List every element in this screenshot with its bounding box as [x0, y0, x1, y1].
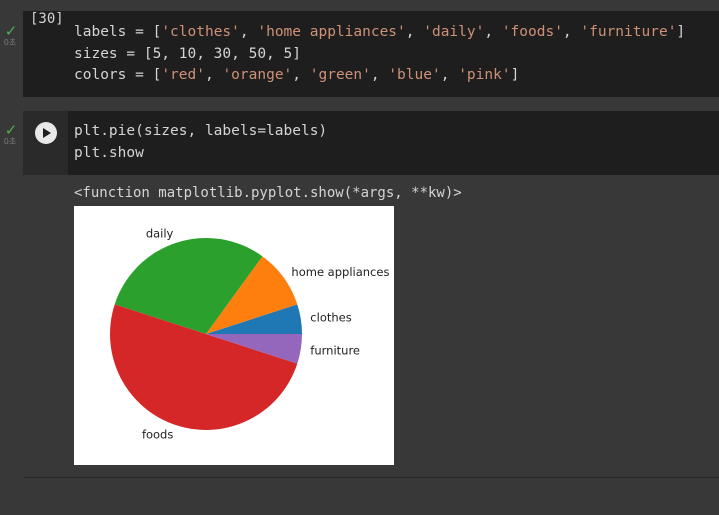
- check-icon: ✓: [4, 22, 18, 40]
- code-line-2: plt.show: [74, 144, 144, 161]
- cell1-code[interactable]: labels = ['clothes', 'home appliances', …: [74, 22, 685, 87]
- check-icon: ✓: [4, 121, 18, 139]
- cell2-status: ✓ 0초: [0, 123, 22, 147]
- code-line-3: colors = ['red', 'orange', 'green', 'blu…: [74, 67, 520, 83]
- run-cell-button[interactable]: [35, 122, 57, 144]
- cell2-code[interactable]: plt.pie(sizes, labels=labels) plt.show: [74, 121, 327, 164]
- cell1-status: ✓ 0초: [0, 24, 22, 48]
- code-line-2: sizes = [5, 10, 30, 50, 5]: [74, 45, 301, 62]
- code-line-1: labels = ['clothes', 'home appliances', …: [74, 24, 686, 40]
- pie-label-furniture: furniture: [310, 344, 360, 358]
- run-cell-area: [23, 111, 68, 175]
- pie-label-clothes: clothes: [310, 310, 351, 324]
- cell1-exec-time: 0초: [3, 38, 17, 47]
- output-text: <function matplotlib.pyplot.show(*args, …: [74, 185, 462, 201]
- pie-label-home-appliances: home appliances: [291, 265, 389, 279]
- code-line-1: plt.pie(sizes, labels=labels): [74, 123, 328, 139]
- cell2-exec-time: 0초: [3, 137, 17, 146]
- pie-label-daily: daily: [146, 227, 174, 241]
- pie-label-foods: foods: [142, 427, 173, 441]
- pie-chart-plot: clothes home appliances daily foods furnitur…: [74, 206, 394, 465]
- cell1-exec-count: [30]: [30, 11, 64, 27]
- pie-chart: clothes home appliances daily foods furnitur…: [110, 227, 389, 441]
